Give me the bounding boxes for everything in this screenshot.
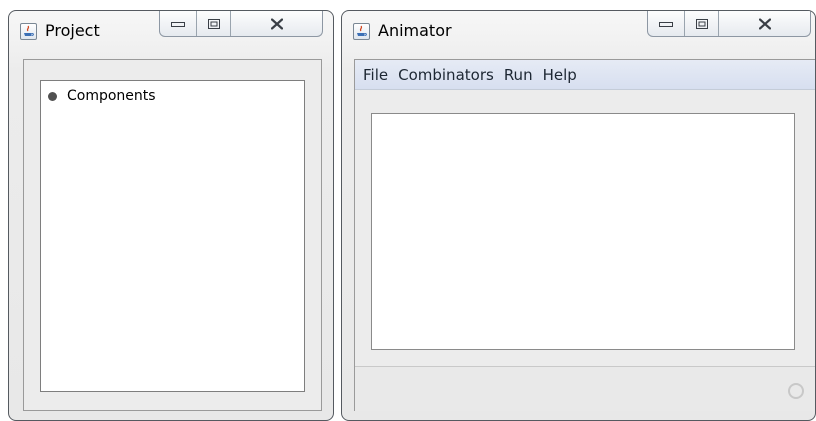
menu-run[interactable]: Run [499, 66, 538, 84]
close-button[interactable] [719, 11, 810, 36]
animator-titlebar[interactable]: Animator [342, 11, 815, 61]
maximize-icon [207, 18, 220, 29]
menu-combinators[interactable]: Combinators [393, 66, 499, 84]
minimize-icon [659, 21, 673, 27]
animator-content-frame: File Combinators Run Help [354, 59, 815, 411]
minimize-button[interactable] [648, 11, 685, 36]
tree-item-label: Components [67, 88, 156, 104]
window-controls [647, 11, 811, 37]
window-controls [159, 11, 323, 37]
tree-item-components[interactable]: Components [48, 88, 156, 104]
window-title: Project [45, 21, 100, 40]
close-button[interactable] [231, 11, 322, 36]
close-icon [758, 18, 771, 29]
animation-canvas[interactable] [371, 113, 795, 350]
window-title: Animator [378, 21, 452, 40]
animator-window: Animator File Combinators Run Help [341, 10, 816, 421]
maximize-icon [695, 18, 708, 29]
project-content-frame: Components [23, 59, 322, 411]
menu-bar: File Combinators Run Help [355, 60, 815, 90]
maximize-button[interactable] [197, 11, 231, 36]
tree-node-bullet-icon [48, 92, 57, 101]
status-bar [355, 366, 815, 411]
java-app-icon[interactable] [353, 23, 370, 40]
java-app-icon[interactable] [20, 23, 37, 40]
menu-help[interactable]: Help [538, 66, 582, 84]
busy-spinner-icon [788, 383, 804, 399]
project-titlebar[interactable]: Project [9, 11, 333, 61]
menu-file[interactable]: File [358, 66, 393, 84]
project-window: Project Components [8, 10, 334, 421]
minimize-icon [171, 21, 185, 27]
close-icon [270, 18, 283, 29]
minimize-button[interactable] [160, 11, 197, 36]
component-tree[interactable]: Components [40, 80, 305, 392]
maximize-button[interactable] [685, 11, 719, 36]
